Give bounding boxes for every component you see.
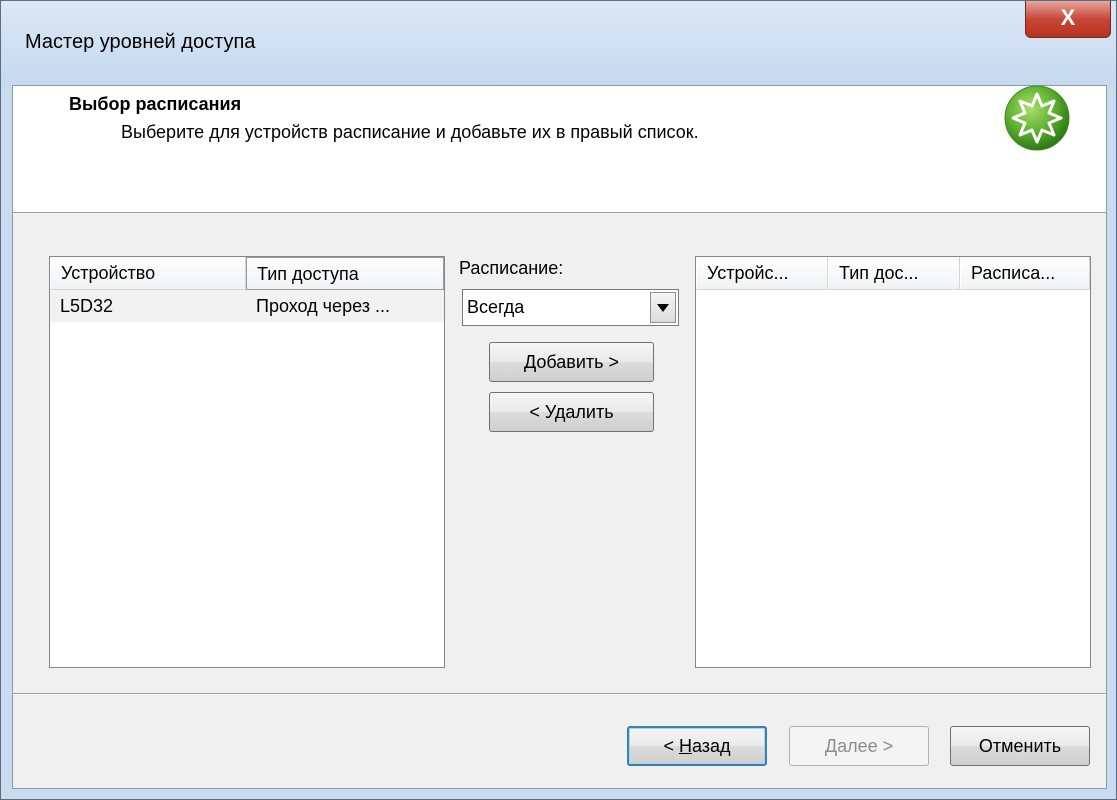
schedule-label: Расписание: bbox=[459, 258, 564, 278]
schedule-dropdown[interactable]: Всегда bbox=[462, 289, 679, 326]
column-header-device[interactable]: Устройс... bbox=[696, 257, 828, 290]
next-button[interactable]: Далее > bbox=[789, 726, 929, 766]
back-button[interactable]: < Назад bbox=[627, 726, 767, 766]
list-item[interactable]: L5D32 Проход через ... bbox=[50, 290, 444, 322]
column-header-schedule[interactable]: Расписа... bbox=[960, 257, 1090, 290]
back-button-rest: азад bbox=[691, 736, 731, 756]
schedule-selected-value: Всегда bbox=[467, 297, 525, 317]
wizard-starburst-icon bbox=[1004, 85, 1070, 151]
device-list[interactable]: Устройство Тип доступа L5D32 Проход чере… bbox=[49, 256, 445, 668]
back-button-prefix: < bbox=[663, 736, 679, 756]
title-bar[interactable]: Мастер уровней доступа X bbox=[1, 1, 1116, 85]
back-button-accel: Н bbox=[678, 736, 692, 756]
column-header-access-type[interactable]: Тип дос... bbox=[828, 257, 960, 290]
device-cell: L5D32 bbox=[60, 296, 114, 316]
wizard-header: Выбор расписания Выберите для устройств … bbox=[13, 85, 1106, 213]
page-subtitle: Выберите для устройств расписание и доба… bbox=[121, 122, 699, 142]
selected-list-header: Устройс... Тип дос... Расписа... bbox=[696, 257, 1090, 290]
footer-divider bbox=[13, 693, 1106, 695]
selected-list[interactable]: Устройс... Тип дос... Расписа... bbox=[695, 256, 1091, 668]
close-button[interactable]: X bbox=[1025, 1, 1111, 38]
device-list-header: Устройство Тип доступа bbox=[50, 257, 444, 290]
window-title: Мастер уровней доступа bbox=[25, 31, 256, 53]
wizard-window: Мастер уровней доступа X Выбор расписани… bbox=[0, 0, 1117, 800]
chevron-down-icon[interactable] bbox=[650, 292, 676, 323]
column-header-access-type[interactable]: Тип доступа bbox=[246, 257, 444, 290]
access-type-cell: Проход через ... bbox=[256, 296, 390, 316]
page-title: Выбор расписания bbox=[69, 94, 242, 114]
remove-button[interactable]: < Удалить bbox=[489, 392, 654, 432]
add-button[interactable]: Добавить > bbox=[489, 342, 654, 382]
next-button-accel: Д bbox=[824, 736, 838, 756]
next-button-rest: алее > bbox=[837, 736, 894, 756]
wizard-client-area: Выбор расписания Выберите для устройств … bbox=[12, 85, 1107, 789]
cancel-button[interactable]: Отменить bbox=[950, 726, 1090, 766]
column-header-device[interactable]: Устройство bbox=[50, 257, 246, 290]
